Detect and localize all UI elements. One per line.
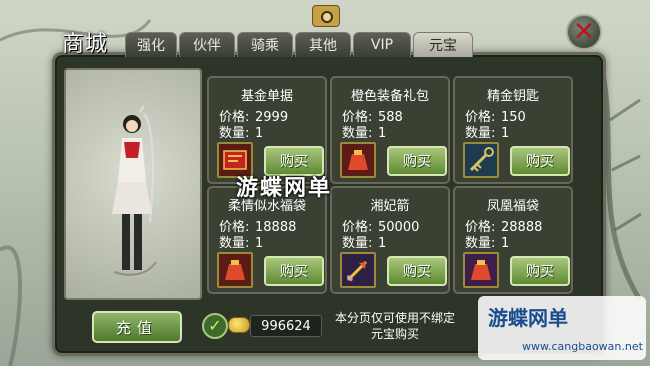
quantity-label: 数量: [342,236,373,251]
quantity-label: 数量: [465,126,496,141]
bag-icon[interactable] [217,252,253,288]
item-card: 湘妃箭 价格: 50000 数量: 1 购买 [330,186,450,294]
yuanbao-balance: 996624 [250,315,322,337]
recharge-button[interactable]: 充值 [92,311,182,343]
item-quantity: 1 [501,126,510,141]
item-name: 湘妃箭 [370,199,410,214]
page-title: 商城 [62,32,109,57]
item-card: 精金钥匙 价格: 150 数量: 1 购买 [453,76,573,184]
logo-text: 游蝶网单 [488,306,568,330]
item-card: 基金单据 价格: 2999 数量: 1 购买 [207,76,327,184]
buy-button[interactable]: 购买 [510,146,570,176]
buy-button[interactable]: 购买 [264,256,324,286]
tab-partner[interactable]: 伙伴 [179,32,235,57]
quantity-label: 数量: [219,126,250,141]
watermark-text: 游蝶网单 [236,176,333,201]
quantity-label: 数量: [465,236,496,251]
close-button[interactable]: ✕ [566,14,602,50]
quantity-label: 数量: [219,236,250,251]
item-name: 精金钥匙 [486,89,539,104]
item-name: 凤凰福袋 [486,199,539,214]
item-quantity: 1 [255,236,264,251]
quantity-label: 数量: [342,126,373,141]
item-quantity: 1 [255,126,264,141]
item-name: 基金单据 [240,89,293,104]
item-card: 凤凰福袋 价格: 28888 数量: 1 购买 [453,186,573,294]
item-quantity: 1 [378,236,387,251]
gold-ingot-icon [228,317,250,333]
item-card: 柔情似水福袋 价格: 18888 数量: 1 购买 [207,186,327,294]
logo-url: www.cangbaowan.net [522,340,643,353]
buy-button[interactable]: 购买 [387,146,447,176]
tab-vip[interactable]: VIP [353,32,411,57]
tab-other[interactable]: 其他 [295,32,351,57]
tab-enhance[interactable]: 强化 [125,32,177,57]
key-icon[interactable] [463,142,499,178]
buy-button[interactable]: 购买 [387,256,447,286]
bag-icon[interactable] [463,252,499,288]
buy-button[interactable]: 购买 [510,256,570,286]
arrow-icon[interactable] [340,252,376,288]
item-quantity: 1 [378,126,387,141]
close-icon: ✕ [573,17,595,47]
item-name: 橙色装备礼包 [350,89,429,104]
purchase-notice: 本分页仅可使用不绑定元宝购买 [334,311,455,341]
item-quantity: 1 [501,236,510,251]
tab-bar: 强化 伙伴 骑乘 其他 VIP 元宝 [125,32,473,58]
character-model [112,105,157,276]
bag-icon[interactable] [340,142,376,178]
tab-mount[interactable]: 骑乘 [237,32,293,57]
tab-yuanbao[interactable]: 元宝 [413,32,473,57]
camera-icon[interactable] [312,5,340,27]
checkmark-icon: ✓ [202,313,228,339]
item-card: 橙色装备礼包 价格: 588 数量: 1 购买 [330,76,450,184]
character-preview [64,68,202,300]
site-logo: 游蝶网单 www.cangbaowan.net [478,296,646,360]
